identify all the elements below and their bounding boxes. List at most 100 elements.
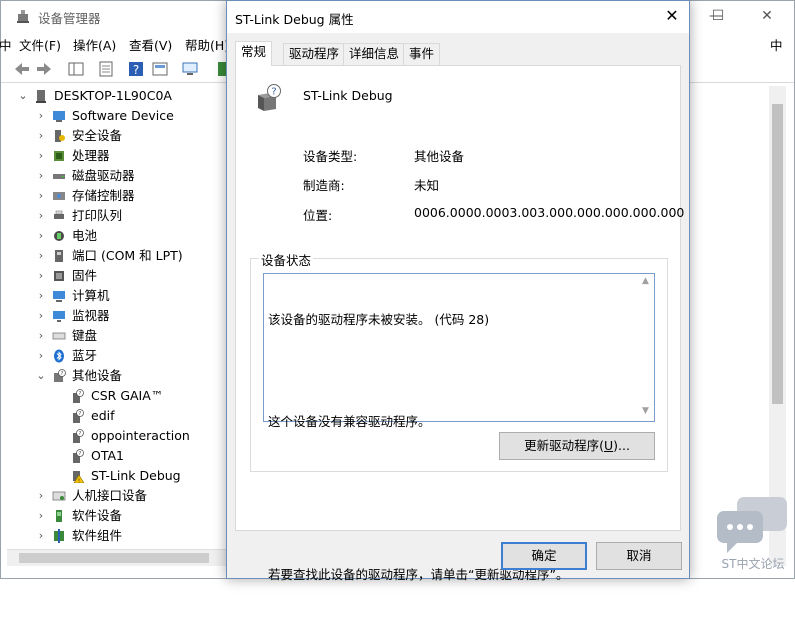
chevron-right-icon[interactable]: › (35, 206, 47, 226)
close-button[interactable]: ✕ (744, 1, 790, 32)
help-icon[interactable]: ? (127, 60, 145, 78)
properties-dialog: ST-Link Debug 属性 ✕ 常规 驱动程序 详细信息 事件 ? ST-… (226, 0, 690, 582)
chevron-right-icon[interactable]: › (35, 266, 47, 286)
chevron-right-icon[interactable]: › (35, 326, 47, 346)
watermark: ST中文论坛 (713, 495, 793, 575)
chevron-down-icon[interactable]: ⌄ (35, 366, 47, 386)
storage-controller-icon (53, 192, 65, 200)
chevron-right-icon[interactable]: › (35, 226, 47, 246)
tree-item-label: 计算机 (72, 288, 110, 303)
chevron-right-icon[interactable]: › (35, 526, 47, 546)
device-manager-icon (17, 10, 29, 23)
chevron-right-icon[interactable]: › (35, 346, 47, 366)
device-name: ST-Link Debug (303, 88, 393, 103)
printer-icon (54, 210, 64, 219)
dialog-close-button[interactable]: ✕ (655, 1, 689, 33)
chevron-right-icon[interactable]: › (35, 146, 47, 166)
device-type-label: 设备类型: (303, 149, 358, 164)
device-type-value: 其他设备 (414, 149, 465, 164)
view-icon[interactable] (151, 60, 169, 78)
device-status-textbox[interactable]: 该设备的驱动程序未被安装。 (代码 28) 这个设备没有兼容驱动程序。 若要查找… (263, 273, 655, 582)
scrollbar-thumb[interactable] (19, 553, 209, 563)
scroll-up-icon[interactable]: ▲ (640, 276, 651, 286)
keyboard-icon (52, 332, 66, 340)
tab-details[interactable]: 详细信息 (343, 43, 406, 65)
chevron-right-icon[interactable]: › (35, 166, 47, 186)
tree-item-label: edif (91, 408, 115, 423)
software-device-icon (53, 111, 65, 122)
tree-item-label: 蓝牙 (72, 348, 98, 363)
menu-clipped-right: 中 (770, 38, 783, 53)
device-status-group: 设备状态 该设备的驱动程序未被安装。 (代码 28) 这个设备没有兼容驱动程序。… (250, 250, 668, 582)
update-driver-button[interactable]: 更新驱动程序(U)... (499, 432, 655, 460)
tree-item-label: 软件设备 (72, 508, 123, 523)
button-accelerator: U (603, 438, 614, 453)
monitor-icon (53, 311, 65, 322)
cancel-button[interactable]: 取消 (596, 542, 682, 570)
chevron-right-icon[interactable]: › (35, 126, 47, 146)
svg-text:?: ? (79, 451, 82, 457)
bluetooth-icon (54, 349, 64, 363)
unknown-device-icon: ? (73, 429, 84, 443)
computer-icon (36, 90, 46, 103)
chat-bubble-icon (717, 497, 787, 553)
maximize-button[interactable]: ☐ (695, 1, 741, 32)
battery-icon (54, 231, 64, 241)
button-label: 更新驱动程序( (524, 438, 604, 453)
location-label: 位置: (303, 208, 333, 223)
tab-driver[interactable]: 驱动程序 (283, 43, 346, 65)
scan-hardware-icon[interactable] (181, 60, 199, 78)
tree-item-label: 软件组件 (72, 528, 123, 543)
device-tree[interactable]: ⌄ DESKTOP-1L90C0A › Software Device › 安全设备… (1, 84, 229, 549)
unknown-device-icon: ? (258, 84, 281, 111)
svg-text:?: ? (133, 63, 139, 77)
tree-item-label: 人机接口设备 (72, 488, 148, 503)
tree-item-label: 端口 (COM 和 LPT) (72, 248, 183, 263)
vertical-scrollbar[interactable] (769, 86, 786, 566)
tree-item-label: 固件 (72, 268, 98, 283)
back-icon[interactable] (13, 60, 31, 78)
scroll-down-icon[interactable]: ▼ (640, 406, 651, 416)
tree-item-label: 其他设备 (72, 368, 123, 383)
manufacturer-label: 制造商: (303, 178, 345, 193)
chevron-right-icon[interactable]: › (35, 286, 47, 306)
scrollbar-thumb[interactable] (772, 104, 783, 404)
device-status-legend: 设备状态 (259, 250, 314, 269)
tree-item-label: OTA1 (91, 448, 125, 463)
button-label: )... (613, 438, 630, 453)
forward-icon[interactable] (35, 60, 53, 78)
tree-item-label: 存储控制器 (72, 188, 135, 203)
status-line: 该设备的驱动程序未被安装。 (代码 28) (268, 312, 490, 327)
menu-action[interactable]: 操作(A) (73, 35, 116, 54)
menu-file[interactable]: 文件(F) (19, 35, 61, 54)
horizontal-scrollbar[interactable] (7, 549, 229, 566)
tree-item-label: 打印队列 (72, 208, 123, 223)
chevron-right-icon[interactable]: › (35, 306, 47, 326)
chevron-down-icon[interactable]: ⌄ (17, 86, 29, 106)
tab-general[interactable]: 常规 (235, 41, 273, 66)
tab-events[interactable]: 事件 (403, 43, 441, 65)
software-component-icon (54, 529, 64, 543)
menu-view[interactable]: 查看(V) (129, 35, 172, 54)
properties-icon[interactable] (97, 60, 115, 78)
chevron-right-icon[interactable]: › (35, 246, 47, 266)
ok-button[interactable]: 确定 (501, 542, 587, 570)
device-manager-title: 设备管理器 (38, 11, 101, 26)
menu-clipped: 中 (0, 38, 12, 53)
tree-item-label: 安全设备 (72, 128, 123, 143)
chevron-right-icon[interactable]: › (35, 106, 47, 126)
tree-item-label: 监视器 (72, 308, 110, 323)
chevron-right-icon[interactable]: › (35, 186, 47, 206)
show-hide-tree-icon[interactable] (67, 60, 85, 78)
status-scrollbar[interactable]: ▲ ▼ (637, 274, 654, 421)
menu-help[interactable]: 帮助(H) (185, 35, 229, 54)
chevron-right-icon[interactable]: › (35, 486, 47, 506)
disk-drive-icon (53, 174, 65, 179)
unknown-device-icon: ? (73, 389, 84, 403)
warning-device-icon: ! (73, 471, 85, 483)
chevron-right-icon[interactable]: › (35, 506, 47, 526)
tree-item-label: 键盘 (72, 328, 98, 343)
unknown-device-icon: ? (73, 449, 84, 463)
watermark-text: ST中文论坛 (721, 557, 785, 571)
security-device-icon (55, 130, 65, 142)
